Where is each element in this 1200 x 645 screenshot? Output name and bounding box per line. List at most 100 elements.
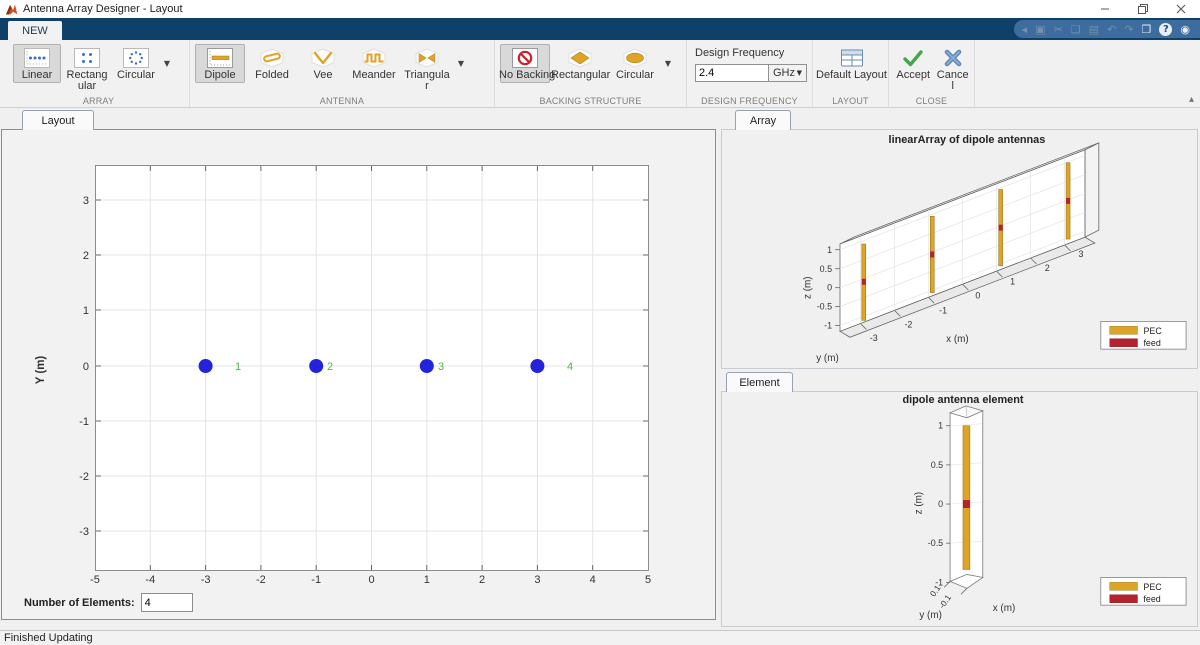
legend-feed-swatch <box>1110 339 1138 347</box>
section-array: Linear Rectangular Circular ▼ ARRAY <box>8 40 190 107</box>
window-title: Antenna Array Designer - Layout <box>23 3 183 15</box>
svg-text:1: 1 <box>424 574 430 586</box>
vee-dipole-icon <box>310 46 336 70</box>
svg-text:3: 3 <box>438 361 444 373</box>
svg-text:-2: -2 <box>904 319 912 329</box>
tab-element[interactable]: Element <box>726 372 793 392</box>
antenna-meander-button[interactable]: Meander <box>349 44 399 83</box>
antenna-vee-button[interactable]: Vee <box>299 44 347 83</box>
design-frequency-section-label: DESIGN FREQUENCY <box>687 96 812 106</box>
antenna-section-label: ANTENNA <box>190 96 494 106</box>
layout-x-tick-labels: -5-4-3-2-1012345 <box>90 574 651 586</box>
svg-text:-3: -3 <box>201 574 211 586</box>
svg-text:1: 1 <box>938 421 943 431</box>
tab-layout[interactable]: Layout <box>22 110 94 130</box>
restore-icon <box>1138 4 1148 14</box>
number-of-elements-row: Number of Elements: <box>24 593 193 612</box>
copy-icon[interactable]: ❏ <box>1071 23 1081 36</box>
svg-text:-0.1: -0.1 <box>937 592 954 610</box>
svg-text:1: 1 <box>83 305 89 317</box>
layout-plot-canvas: -5-4-3-2-1012345 3210-1-2-3 Y (m) 1234 <box>2 130 715 590</box>
legend-pec-swatch <box>1110 326 1138 334</box>
help-icon[interactable]: ? <box>1159 23 1172 36</box>
rectangular-array-icon <box>74 46 100 70</box>
backing-rectangular-label: Rectangular <box>551 70 609 81</box>
design-frequency-input[interactable] <box>695 64 769 82</box>
svg-text:3: 3 <box>83 195 89 207</box>
default-layout-button[interactable]: Default Layout <box>816 44 888 83</box>
main-area: Layout -5-4-3-2-1012345 <box>0 108 1200 630</box>
svg-text:1: 1 <box>1010 277 1015 287</box>
array-section-label: ARRAY <box>8 96 189 106</box>
antenna-dipole-button[interactable]: Dipole <box>195 44 245 83</box>
save-icon[interactable]: ▣ <box>1035 23 1045 36</box>
backing-gallery-dropdown-icon[interactable]: ▼ <box>661 59 675 68</box>
matlab-logo-icon <box>5 3 18 16</box>
layout-section-label: LAYOUT <box>813 96 888 106</box>
section-layout: Default Layout LAYOUT <box>813 40 889 107</box>
svg-text:0: 0 <box>83 361 89 373</box>
cut-icon[interactable]: ✂ <box>1054 23 1063 36</box>
antenna-gallery-dropdown-icon[interactable]: ▼ <box>454 59 468 68</box>
close-button[interactable] <box>1162 0 1200 18</box>
antenna-folded-button[interactable]: Folded <box>247 44 297 83</box>
tab-array[interactable]: Array <box>735 110 791 130</box>
section-antenna: Dipole Folded Vee Meander <box>190 40 495 107</box>
backing-none-button[interactable]: No Backing <box>500 44 550 83</box>
svg-text:3: 3 <box>1078 249 1083 259</box>
undo-icon[interactable]: ↶ <box>1107 23 1116 36</box>
svg-text:2: 2 <box>83 250 89 262</box>
meander-dipole-icon <box>361 46 387 70</box>
element-figure: dipole antenna element <box>721 391 1198 627</box>
legend-feed-swatch <box>1110 595 1138 603</box>
array-linear-button[interactable]: Linear <box>13 44 61 83</box>
paste-icon[interactable]: ▤ <box>1089 23 1099 36</box>
accept-button[interactable]: Accept <box>894 44 932 83</box>
frequency-unit-dropdown-icon: ▼ <box>797 69 802 77</box>
minimize-button[interactable] <box>1086 0 1124 18</box>
svg-text:-1: -1 <box>311 574 321 586</box>
array-x-axis-label: x (m) <box>946 334 969 345</box>
cancel-button[interactable]: Cancel <box>934 44 971 94</box>
array-circular-button[interactable]: Circular <box>113 44 159 83</box>
svg-text:2: 2 <box>1045 263 1050 273</box>
number-of-elements-input[interactable] <box>141 593 193 612</box>
element-y-axis-label: y (m) <box>919 610 942 621</box>
ribbon: Linear Rectangular Circular ▼ ARRAY <box>0 40 1200 108</box>
tab-new[interactable]: NEW <box>8 21 62 40</box>
svg-text:2: 2 <box>327 361 333 373</box>
circular-backing-icon <box>622 46 648 70</box>
window-layout-icon[interactable]: ❐ <box>1142 23 1152 36</box>
antenna-meander-label: Meander <box>352 70 395 81</box>
antenna-triangular-label: Triangular <box>403 70 451 92</box>
no-backing-icon <box>511 46 539 70</box>
svg-text:5: 5 <box>645 574 651 586</box>
titlebar: Antenna Array Designer - Layout <box>0 0 1200 18</box>
svg-text:0: 0 <box>975 291 980 301</box>
svg-text:-2: -2 <box>256 574 266 586</box>
ribbon-left-pad <box>0 40 8 107</box>
toolstrip-tabbar: NEW ◂ ▣ ✂ ❏ ▤ ↶ ↷ ❐ ? ◉ <box>0 18 1200 40</box>
frequency-unit-select[interactable]: GHz ▼ <box>769 64 807 82</box>
layout-figure: -5-4-3-2-1012345 3210-1-2-3 Y (m) 1234 N… <box>1 129 716 620</box>
backing-rectangular-button[interactable]: Rectangular <box>552 44 608 83</box>
account-icon[interactable]: ◉ <box>1180 23 1190 36</box>
svg-text:0.5: 0.5 <box>931 460 943 470</box>
array-gallery-dropdown-icon[interactable]: ▼ <box>160 59 174 68</box>
cancel-x-icon <box>942 46 964 70</box>
svg-text:-1: -1 <box>79 416 89 428</box>
qat-collapse-icon[interactable]: ◂ <box>1022 23 1028 36</box>
element-plot-canvas: dipole antenna element <box>722 392 1197 626</box>
restore-button[interactable] <box>1124 0 1162 18</box>
redo-icon[interactable]: ↷ <box>1124 23 1133 36</box>
array-y-axis-label: y (m) <box>816 353 839 364</box>
backing-circular-button[interactable]: Circular <box>610 44 660 83</box>
antenna-triangular-button[interactable]: Triangular <box>401 44 453 94</box>
svg-text:2: 2 <box>479 574 485 586</box>
array-rectangular-button[interactable]: Rectangular <box>63 44 111 94</box>
ribbon-collapse-icon[interactable]: ▴ <box>1189 94 1194 105</box>
minimize-icon <box>1100 4 1110 14</box>
cancel-label: Cancel <box>936 70 969 92</box>
ribbon-filler: ▴ <box>975 40 1200 107</box>
backing-circular-label: Circular <box>616 70 654 81</box>
